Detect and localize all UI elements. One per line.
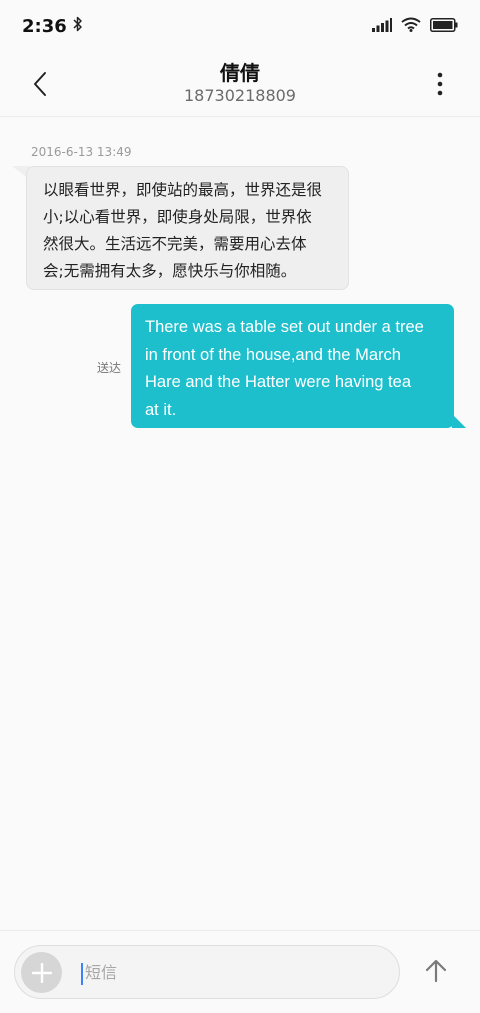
- status-time: 2:36: [22, 15, 67, 37]
- plus-icon: [31, 962, 52, 983]
- message-line: There was a table set out under a tree: [145, 318, 424, 336]
- message-line: at it.: [145, 400, 177, 419]
- add-attachment-button[interactable]: [21, 952, 62, 993]
- message-line: 然很大。生活远不完美，需要用心去体: [43, 235, 307, 253]
- sms-conversation-screen: 2:36 倩倩 18730218809 2016-6-13 13:49 以眼看世…: [0, 0, 480, 1013]
- message-placeholder: 短信: [85, 963, 118, 982]
- message-line: in front of the house,and the March: [145, 345, 401, 364]
- back-button[interactable]: [20, 64, 60, 104]
- message-line: Hare and the Hatter were having tea: [145, 373, 411, 391]
- more-vertical-icon: [437, 72, 443, 96]
- wifi-icon: [401, 17, 421, 36]
- chevron-left-icon: [34, 72, 46, 96]
- contact-number: 18730218809: [184, 86, 296, 105]
- outgoing-bubble-tail: [450, 412, 466, 428]
- message-input[interactable]: 短信: [14, 945, 400, 999]
- outgoing-message-bubble[interactable]: There was a table set out under a tree i…: [131, 304, 454, 428]
- conversation-header: 倩倩 18730218809: [0, 52, 480, 117]
- more-options-button[interactable]: [424, 66, 456, 102]
- message-line: 会;无需拥有太多，愿快乐与你相随。: [43, 262, 297, 280]
- incoming-message-bubble[interactable]: 以眼看世界，即使站的最高，世界还是很 小;以心看世界，即使身处局限，世界依 然很…: [26, 166, 349, 290]
- message-composer: 短信: [0, 930, 480, 1013]
- contact-name: 倩倩: [220, 61, 260, 85]
- arrow-up-icon: [425, 959, 447, 983]
- message-line: 小;以心看世界，即使身处局限，世界依: [43, 208, 312, 226]
- battery-icon: [430, 17, 458, 36]
- status-bar: 2:36: [0, 0, 480, 52]
- signal-icon: [372, 17, 392, 36]
- text-cursor: [81, 963, 83, 985]
- contact-title: 倩倩 18730218809: [90, 60, 390, 106]
- message-timestamp: 2016-6-13 13:49: [31, 145, 132, 159]
- message-line: 以眼看世界，即使站的最高，世界还是很: [43, 181, 323, 199]
- send-button[interactable]: [418, 953, 454, 989]
- bluetooth-icon: [73, 16, 83, 36]
- delivery-status: 送达: [97, 361, 122, 375]
